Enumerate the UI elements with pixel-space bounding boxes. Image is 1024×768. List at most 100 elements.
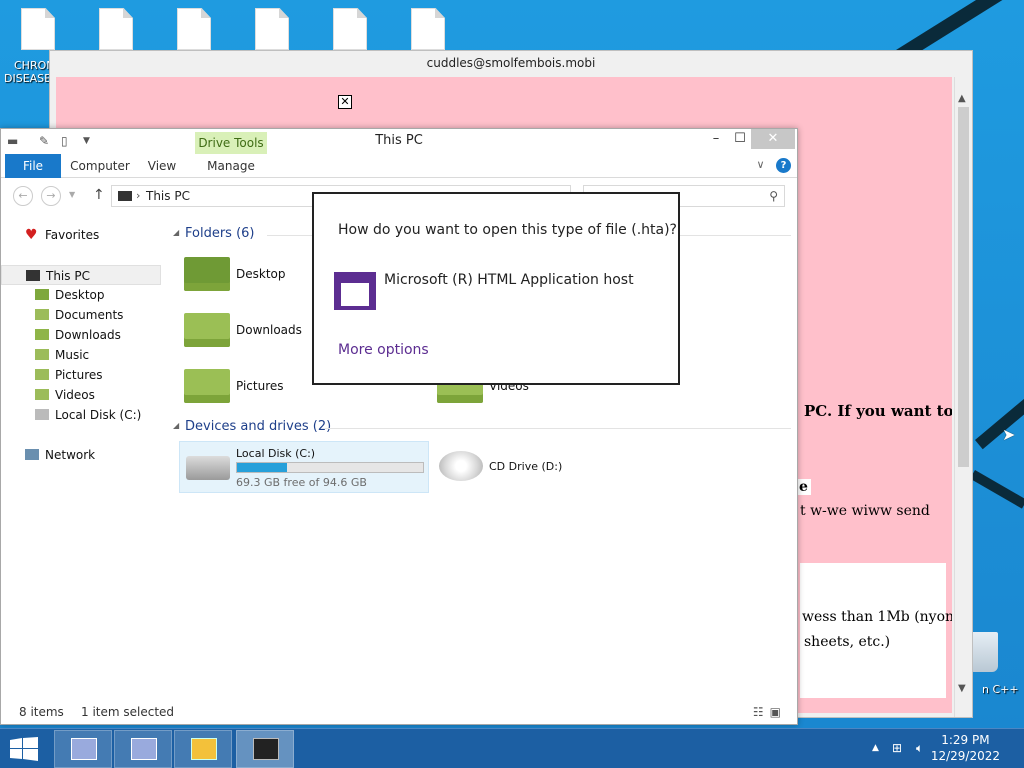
chevron-down-icon[interactable]: ▼ — [83, 136, 90, 146]
taskbar-app-button[interactable] — [54, 730, 112, 768]
tab-view[interactable]: View — [139, 154, 185, 178]
sidebar-item-network[interactable]: Network — [1, 445, 161, 465]
folder-label[interactable]: Pictures — [236, 379, 284, 393]
sidebar-item-pictures[interactable]: Pictures — [1, 365, 161, 385]
recent-locations-icon[interactable]: ▼ — [69, 190, 75, 199]
network-icon — [25, 449, 39, 460]
videos-folder-icon — [35, 389, 49, 400]
desktop-file-icon[interactable] — [84, 8, 148, 50]
breadcrumb-separator-icon: › — [136, 189, 141, 202]
folder-label[interactable]: Desktop — [236, 267, 286, 281]
taskbar-app-button[interactable] — [236, 730, 294, 768]
sidebar-item-downloads[interactable]: Downloads — [1, 325, 161, 345]
hta-text-fragment: sheets, etc.) — [804, 634, 891, 650]
tab-drive-tools[interactable]: Drive Tools — [195, 132, 267, 154]
system-clock[interactable]: 1:29 PM 12/29/2022 — [931, 732, 1000, 764]
volume-icon[interactable]: 🔈︎ — [916, 741, 923, 756]
hta-window-title: cuddles@smolfembois.mobi — [426, 56, 596, 70]
desktop-folder-icon — [35, 289, 49, 300]
taskbar-app-button[interactable] — [174, 730, 232, 768]
forward-button[interactable]: → — [41, 186, 61, 206]
collapse-arrow-icon[interactable]: ◢ — [173, 421, 179, 430]
sidebar-item-label: Desktop — [55, 288, 105, 302]
desktop-file-icon[interactable] — [6, 8, 70, 50]
hta-host-icon[interactable] — [334, 272, 376, 310]
large-icons-view-icon[interactable]: ▣ — [770, 705, 787, 719]
computer-icon — [118, 191, 132, 201]
downloads-folder-icon[interactable] — [184, 313, 230, 347]
network-status-icon[interactable]: ⊞ — [892, 741, 902, 755]
sidebar-item-documents[interactable]: Documents — [1, 305, 161, 325]
expand-ribbon-icon[interactable]: ∨ — [756, 158, 764, 171]
search-icon[interactable]: ⚲ — [769, 189, 778, 203]
document-icon — [333, 8, 367, 50]
sidebar-item-favorites[interactable]: ♥ Favorites — [1, 225, 161, 245]
sidebar-item-videos[interactable]: Videos — [1, 385, 161, 405]
sidebar-item-music[interactable]: Music — [1, 345, 161, 365]
mouse-cursor-icon: ➤ — [1002, 425, 1016, 444]
breadcrumb[interactable]: This PC — [146, 189, 190, 203]
hta-scrollbar[interactable]: ▲ ▼ — [954, 77, 972, 717]
sidebar-item-label: Downloads — [55, 328, 121, 342]
local-disk-tile[interactable]: Local Disk (C:) 69.3 GB free of 94.6 GB — [179, 441, 429, 493]
sidebar-item-desktop[interactable]: Desktop — [1, 285, 161, 305]
tab-file[interactable]: File — [5, 154, 61, 178]
document-icon — [99, 8, 133, 50]
setup-app-icon — [71, 738, 97, 760]
more-options-link[interactable]: More options — [338, 342, 429, 358]
drive-name[interactable]: CD Drive (D:) — [489, 460, 562, 473]
scroll-thumb[interactable] — [958, 107, 969, 467]
desktop-file-icon[interactable] — [396, 8, 460, 50]
explorer-title: This PC — [375, 133, 423, 148]
show-hidden-icons-icon[interactable]: ▲ — [872, 743, 879, 753]
computer-icon[interactable]: ▬ — [7, 134, 18, 148]
ribbon: File Computer View Manage ∨ ? — [1, 154, 797, 178]
desktop-file-icon[interactable] — [318, 8, 382, 50]
hta-text-fragment: wess than 1Mb (nyon — [802, 609, 952, 625]
users-app-icon — [191, 738, 217, 760]
sidebar-item-label: Music — [55, 348, 90, 362]
app-option[interactable]: Microsoft (R) HTML Application host — [384, 272, 634, 288]
boxed-x-icon[interactable]: ✕ — [338, 95, 352, 109]
collapse-arrow-icon[interactable]: ◢ — [173, 228, 179, 237]
computer-icon — [26, 270, 40, 281]
sidebar-item-label: Documents — [55, 308, 124, 322]
properties-icon[interactable]: ✎ — [39, 134, 49, 148]
scroll-down-icon[interactable]: ▼ — [958, 683, 966, 694]
clock-date: 12/29/2022 — [930, 749, 1000, 763]
explorer-titlebar[interactable]: ▬ ✎ ▯ ▼ Drive Tools This PC – ☐ ✕ — [1, 129, 797, 154]
folder-label[interactable]: Downloads — [236, 323, 302, 337]
desktop-file-icon[interactable] — [240, 8, 304, 50]
status-bar: 8 items 1 item selected ☷▣ — [1, 700, 797, 724]
downloads-folder-icon — [35, 329, 49, 340]
desktop-icon-label[interactable]: n C++ — [982, 684, 1019, 696]
scroll-up-icon[interactable]: ▲ — [958, 93, 966, 104]
desktop-icon-label[interactable]: DISEASE — [4, 73, 51, 85]
document-icon — [21, 8, 55, 50]
taskbar-app-button[interactable] — [114, 730, 172, 768]
tab-manage[interactable]: Manage — [195, 154, 267, 178]
group-header-folders[interactable]: Folders (6) — [185, 226, 255, 241]
sidebar-item-this-pc[interactable]: This PC — [1, 265, 161, 285]
drive-name: Local Disk (C:) — [236, 447, 316, 460]
tab-computer[interactable]: Computer — [67, 154, 133, 178]
windows-start-icon[interactable] — [10, 737, 38, 761]
up-arrow-icon[interactable]: ↑ — [93, 187, 105, 203]
close-button[interactable]: ✕ — [751, 129, 795, 149]
group-header-devices[interactable]: Devices and drives (2) — [185, 419, 331, 434]
new-folder-icon[interactable]: ▯ — [61, 134, 68, 148]
desktop-file-icon[interactable] — [162, 8, 226, 50]
details-view-icon[interactable]: ☷ — [753, 705, 770, 719]
sidebar-item-local-disk[interactable]: Local Disk (C:) — [1, 405, 161, 425]
back-button[interactable]: ← — [13, 186, 33, 206]
desktop-folder-icon[interactable] — [184, 257, 230, 291]
pictures-folder-icon[interactable] — [184, 369, 230, 403]
cd-drive-icon[interactable] — [439, 451, 483, 481]
group-divider — [325, 428, 791, 429]
open-with-dialog[interactable]: How do you want to open this type of fil… — [312, 192, 680, 385]
help-icon[interactable]: ? — [776, 158, 791, 173]
document-icon — [177, 8, 211, 50]
sidebar-item-label: This PC — [46, 269, 90, 283]
view-toggle: ☷▣ — [753, 705, 787, 719]
disk-usage-bar — [236, 462, 424, 473]
